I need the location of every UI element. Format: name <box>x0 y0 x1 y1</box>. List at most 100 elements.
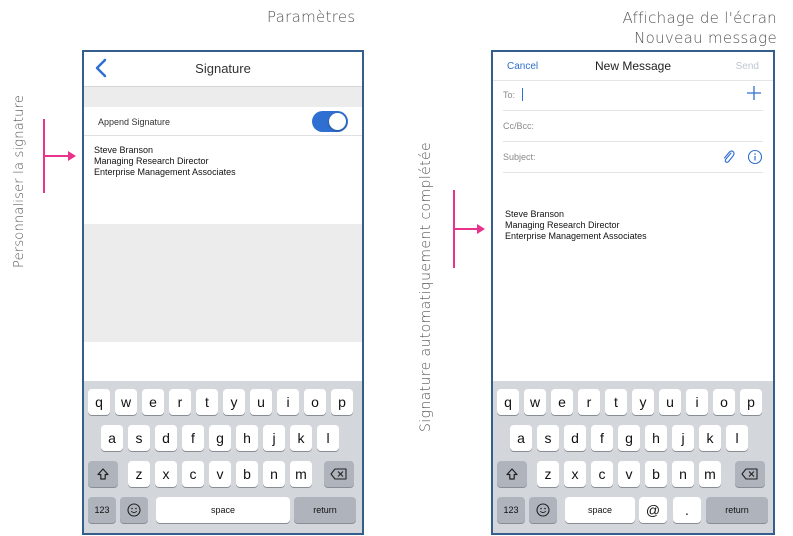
dot-key[interactable]: . <box>673 497 701 523</box>
key-c[interactable]: c <box>182 461 204 487</box>
keyboard: q w e r t y u i o p a s d f g h j k l z <box>84 381 362 533</box>
plus-icon[interactable] <box>745 84 763 102</box>
key-j[interactable]: j <box>672 425 694 451</box>
backspace-icon <box>741 468 758 480</box>
at-key[interactable]: @ <box>639 497 667 523</box>
signature-text-editor[interactable]: Steve Branson Managing Research Director… <box>94 145 236 178</box>
key-b[interactable]: b <box>645 461 667 487</box>
key-l[interactable]: l <box>726 425 748 451</box>
key-m[interactable]: m <box>699 461 721 487</box>
signature-line: Managing Research Director <box>505 220 620 230</box>
backspace-key[interactable] <box>324 461 354 487</box>
emoji-key[interactable] <box>120 497 148 523</box>
key-n[interactable]: n <box>672 461 694 487</box>
subject-field[interactable]: Subject: <box>503 142 763 173</box>
key-h[interactable]: h <box>645 425 667 451</box>
backspace-icon <box>330 468 347 480</box>
key-f[interactable]: f <box>182 425 204 451</box>
toggle-knob <box>329 113 346 130</box>
keyboard-row-2: a s d f g h j k l <box>493 425 773 451</box>
keyboard-row-4: 123 space @ . return <box>493 497 773 523</box>
paperclip-icon[interactable] <box>721 149 735 165</box>
key-o[interactable]: o <box>713 389 735 415</box>
compose-nav-bar: Cancel New Message Send <box>493 52 773 81</box>
key-q[interactable]: q <box>497 389 519 415</box>
info-icon[interactable] <box>747 149 763 165</box>
key-k[interactable]: k <box>290 425 312 451</box>
key-m[interactable]: m <box>290 461 312 487</box>
emoji-icon <box>536 503 550 517</box>
settings-caption: Paramètres <box>267 8 356 26</box>
keyboard: q w e r t y u i o p a s d f g h j k l z <box>493 381 773 533</box>
key-b[interactable]: b <box>236 461 258 487</box>
emoji-icon <box>127 503 141 517</box>
key-h[interactable]: h <box>236 425 258 451</box>
space-key[interactable]: space <box>156 497 290 523</box>
shift-key[interactable] <box>497 461 527 487</box>
key-e[interactable]: e <box>142 389 164 415</box>
right-arrowhead <box>477 224 485 234</box>
settings-gray-band <box>84 87 362 107</box>
keyboard-row-3: z x c v b n m <box>84 461 362 487</box>
message-body-signature[interactable]: Steve Branson Managing Research Director… <box>505 209 647 242</box>
compose-phone: Cancel New Message Send To: Cc/Bcc: Subj… <box>491 50 775 535</box>
cc-bcc-field[interactable]: Cc/Bcc: <box>503 111 763 142</box>
keyboard-row-1: q w e r t y u i o p <box>493 389 773 415</box>
settings-phone: Signature Append Signature Steve Branson… <box>82 50 364 535</box>
key-u[interactable]: u <box>250 389 272 415</box>
key-y[interactable]: y <box>632 389 654 415</box>
signature-line: Steve Branson <box>505 209 565 219</box>
key-k[interactable]: k <box>699 425 721 451</box>
key-a[interactable]: a <box>101 425 123 451</box>
numbers-key[interactable]: 123 <box>497 497 525 523</box>
key-o[interactable]: o <box>304 389 326 415</box>
key-e[interactable]: e <box>551 389 573 415</box>
numbers-key[interactable]: 123 <box>88 497 116 523</box>
key-r[interactable]: r <box>578 389 600 415</box>
shift-icon <box>506 468 518 480</box>
key-c[interactable]: c <box>591 461 613 487</box>
key-d[interactable]: d <box>564 425 586 451</box>
key-w[interactable]: w <box>524 389 546 415</box>
key-g[interactable]: g <box>209 425 231 451</box>
key-r[interactable]: r <box>169 389 191 415</box>
emoji-key[interactable] <box>529 497 557 523</box>
key-q[interactable]: q <box>88 389 110 415</box>
key-a[interactable]: a <box>510 425 532 451</box>
shift-icon <box>97 468 109 480</box>
key-p[interactable]: p <box>331 389 353 415</box>
return-key[interactable]: return <box>294 497 356 523</box>
key-u[interactable]: u <box>659 389 681 415</box>
key-i[interactable]: i <box>277 389 299 415</box>
key-i[interactable]: i <box>686 389 708 415</box>
key-v[interactable]: v <box>618 461 640 487</box>
space-key[interactable]: space <box>565 497 635 523</box>
append-signature-toggle[interactable] <box>312 111 348 132</box>
key-n[interactable]: n <box>263 461 285 487</box>
key-v[interactable]: v <box>209 461 231 487</box>
key-t[interactable]: t <box>196 389 218 415</box>
return-key[interactable]: return <box>706 497 768 523</box>
key-x[interactable]: x <box>564 461 586 487</box>
key-j[interactable]: j <box>263 425 285 451</box>
backspace-key[interactable] <box>735 461 765 487</box>
key-s[interactable]: s <box>537 425 559 451</box>
send-button[interactable]: Send <box>736 61 759 72</box>
key-z[interactable]: z <box>537 461 559 487</box>
customize-signature-label: Personnaliser la signature <box>12 94 27 268</box>
key-y[interactable]: y <box>223 389 245 415</box>
key-z[interactable]: z <box>128 461 150 487</box>
key-w[interactable]: w <box>115 389 137 415</box>
append-signature-label: Append Signature <box>98 117 171 127</box>
to-field[interactable]: To: <box>503 80 763 111</box>
shift-key[interactable] <box>88 461 118 487</box>
to-label: To: <box>503 90 516 100</box>
key-f[interactable]: f <box>591 425 613 451</box>
key-p[interactable]: p <box>740 389 762 415</box>
key-x[interactable]: x <box>155 461 177 487</box>
key-l[interactable]: l <box>317 425 339 451</box>
key-t[interactable]: t <box>605 389 627 415</box>
key-g[interactable]: g <box>618 425 640 451</box>
key-d[interactable]: d <box>155 425 177 451</box>
key-s[interactable]: s <box>128 425 150 451</box>
